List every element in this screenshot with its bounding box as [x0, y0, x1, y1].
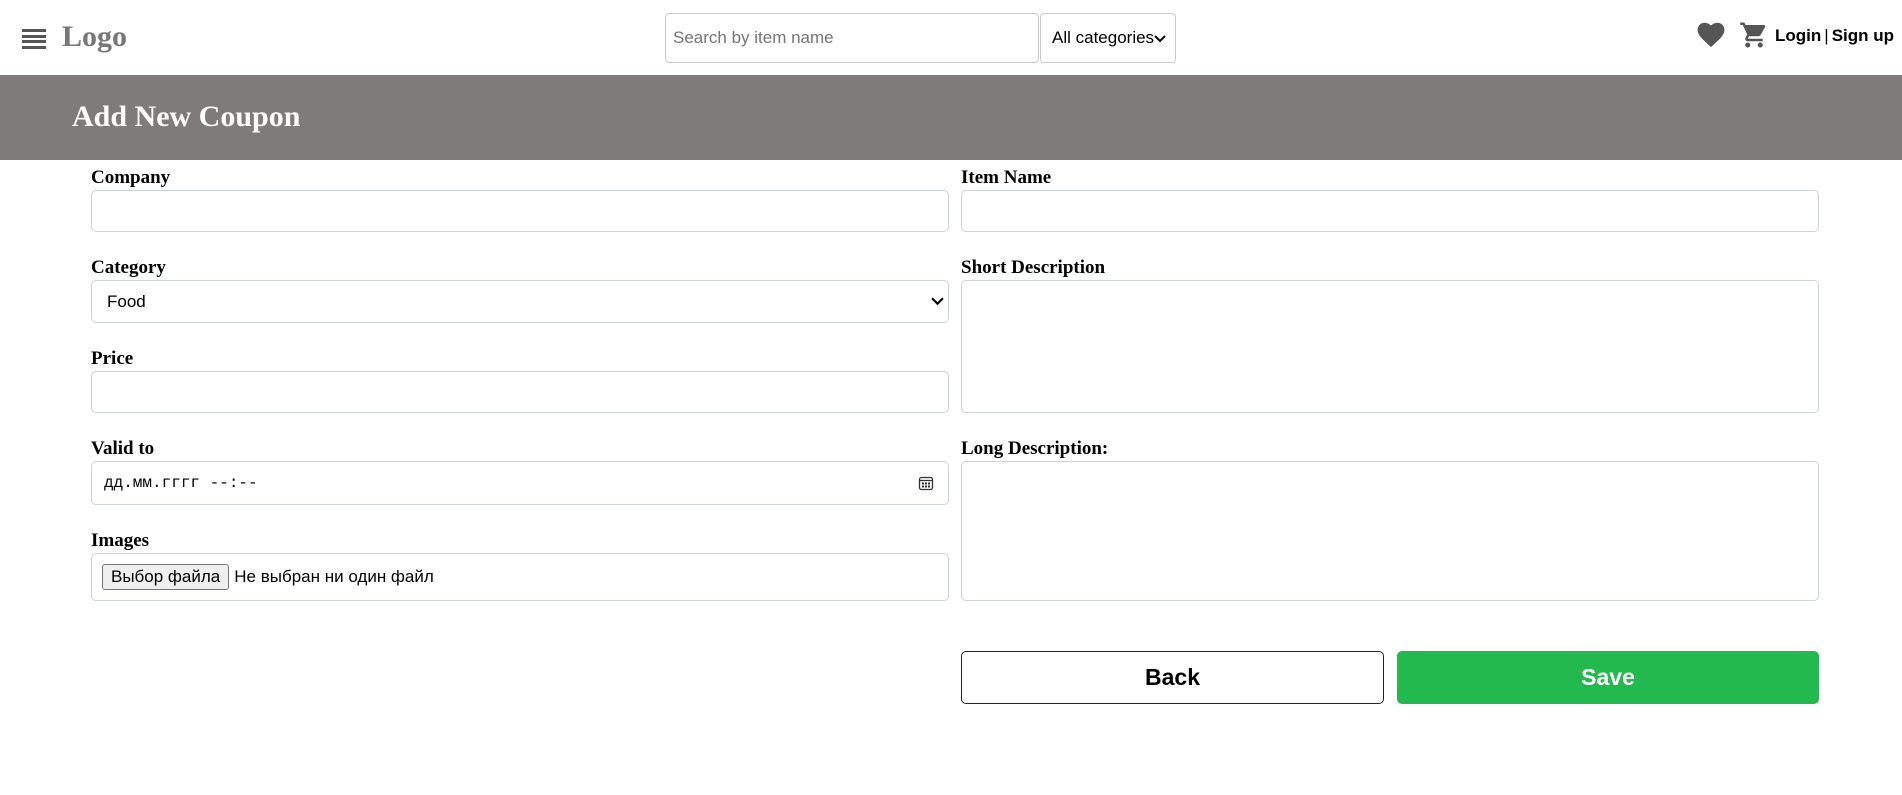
top-navbar: Logo All categories Login | Sign up: [0, 0, 1902, 75]
page-title: Add New Coupon: [72, 100, 301, 133]
category-select-value: Food: [107, 291, 146, 311]
company-input[interactable]: [91, 190, 949, 232]
auth-separator: |: [1824, 26, 1829, 45]
category-filter-value: All categories: [1052, 28, 1155, 47]
valid-to-value: дд.мм.гггг --:--: [104, 474, 258, 492]
auth-links: Login | Sign up: [1775, 26, 1894, 46]
chevron-down-icon: [931, 297, 944, 306]
company-label: Company: [91, 167, 171, 188]
choose-file-button[interactable]: Выбор файла: [102, 564, 230, 590]
heart-icon[interactable]: [1697, 22, 1725, 48]
hamburger-menu-icon[interactable]: [22, 29, 46, 49]
chevron-down-icon: [1154, 35, 1166, 43]
back-button[interactable]: Back: [961, 651, 1384, 704]
signup-link[interactable]: Sign up: [1832, 26, 1894, 46]
item-name-input[interactable]: [961, 190, 1819, 232]
shopping-cart-icon[interactable]: [1739, 20, 1769, 50]
images-label: Images: [91, 530, 150, 551]
long-description-textarea[interactable]: [961, 461, 1819, 601]
price-label: Price: [91, 348, 134, 369]
category-select[interactable]: Food: [91, 280, 949, 323]
page-banner: Add New Coupon: [0, 75, 1902, 160]
logo[interactable]: Logo: [62, 20, 127, 54]
short-description-label: Short Description: [961, 257, 1106, 278]
valid-to-label: Valid to: [91, 438, 155, 459]
category-label: Category: [91, 257, 166, 278]
images-file-input: Выбор файла Не выбран ни один файл: [91, 553, 949, 601]
save-button[interactable]: Save: [1397, 651, 1819, 704]
valid-to-datetime-input[interactable]: дд.мм.гггг --:--: [91, 461, 949, 505]
file-status-text: Не выбран ни один файл: [234, 567, 434, 586]
short-description-textarea[interactable]: [961, 280, 1819, 413]
login-link[interactable]: Login: [1775, 26, 1821, 46]
long-description-label: Long Description:: [961, 438, 1109, 459]
price-input[interactable]: [91, 371, 949, 413]
category-filter-select[interactable]: All categories: [1040, 13, 1176, 63]
calendar-icon[interactable]: [918, 475, 934, 491]
search-input[interactable]: [665, 13, 1039, 63]
item-name-label: Item Name: [961, 167, 1052, 188]
